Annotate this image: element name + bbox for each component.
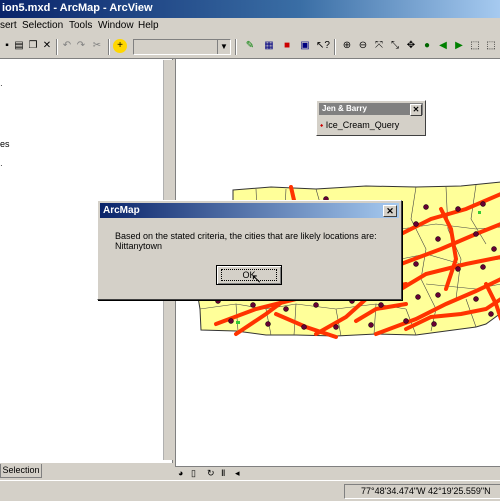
editor-icon[interactable]: ✎ [243,39,257,53]
coordinate-readout: 77°48'34.474"W 42°19'25.559"N [344,484,500,499]
layout-view-icon[interactable]: ▯ [191,468,196,479]
city-point [265,321,271,327]
back-icon[interactable]: ◀ [436,39,450,53]
catalog-icon[interactable]: ▦ [262,39,276,53]
paste-icon[interactable]: ▤ [12,39,26,53]
map-view-bar: ◕ ▯ ↻ Ⅱ ◂ [175,466,500,481]
add-data-icon[interactable]: + [113,39,127,53]
copy-icon[interactable]: ❐ [26,39,40,53]
status-bar: 77°48'34.474"W 42°19'25.559"N [0,480,500,501]
query-icon: ⬩ [320,120,324,130]
city-point [480,201,486,207]
zoom-in-icon[interactable]: ⊕ [340,39,354,53]
city-point [378,302,384,308]
scroll-left-icon[interactable]: ◂ [235,468,240,479]
menu-tools[interactable]: Tools [69,20,92,31]
city-point [455,266,461,272]
jen-barry-toolbar-title[interactable]: Jen & Barry ✕ [319,103,423,116]
ice-cream-query-button[interactable]: ⬩ Ice_Cream_Query [320,118,420,132]
city-point [333,324,339,330]
close-icon[interactable]: ✕ [383,205,397,217]
city-point [413,261,419,267]
menu-help[interactable]: Help [138,20,159,31]
ok-button[interactable]: OK [216,265,282,285]
city-point [423,204,429,210]
dialog-title-bar[interactable]: ArcMap ✕ [100,203,399,218]
dialog-result-city: Nittanytown [115,241,163,251]
help-icon[interactable]: ↖? [316,39,330,53]
command-line-icon[interactable]: ▣ [298,39,312,53]
menu-insert[interactable]: sert [0,20,17,31]
city-point [488,311,494,317]
menu-bar: sert Selection Tools Window Help [0,18,500,36]
zoom-out-icon[interactable]: ⊖ [356,39,370,53]
mouse-cursor-icon: ↖ [251,271,262,286]
redo-icon[interactable]: ↷ [74,39,88,53]
refresh-icon[interactable]: ↻ [207,468,215,479]
data-view-icon[interactable]: ◕ [178,468,183,478]
menu-selection[interactable]: Selection [22,20,63,31]
toc-tree-mark: · [0,161,3,170]
toc-tree-mark: · [0,81,3,90]
chevron-down-icon[interactable]: ▼ [217,40,230,54]
city-point [313,302,319,308]
toc-tab-bar: Selection [0,463,172,479]
city-point [368,322,374,328]
city-point [455,206,461,212]
fixed-zoom-in-icon[interactable]: ⤧ [372,39,386,53]
city-point [431,321,437,327]
arcmap-message-dialog: ArcMap ✕ Based on the stated criteria, t… [97,200,402,300]
city-point [435,292,441,298]
window-title: ion5.mxd - ArcMap - ArcView [2,2,153,14]
city-point [435,236,441,242]
city-point [403,318,409,324]
city-point [413,221,419,227]
city-point [250,302,256,308]
standard-toolbar: ▪ ▤ ❐ ✕ ↶ ↷ ✂ + ▼ ✎ ▦ ■ ▣ ↖? ⊕ ⊖ ⤧ ⤡ ✥ ●… [0,36,500,59]
fixed-zoom-out-icon[interactable]: ⤡ [388,39,402,53]
city-point [228,318,234,324]
arctoolbox-icon[interactable]: ■ [280,39,294,53]
menu-window[interactable]: Window [98,20,134,31]
toc-item-fragment[interactable]: es [0,139,10,149]
delete-icon[interactable]: ✕ [40,39,54,53]
ice-cream-query-label: Ice_Cream_Query [325,120,400,130]
map-scale-dropdown[interactable]: ▼ [133,39,231,55]
pause-drawing-icon[interactable]: Ⅱ [221,468,225,479]
city-point [301,324,307,330]
city-point [473,231,479,237]
city-point [415,294,421,300]
city-point [283,306,289,312]
title-bar: ion5.mxd - ArcMap - ArcView [0,0,500,18]
forward-icon[interactable]: ▶ [452,39,466,53]
toolbar-title-text: Jen & Barry [322,104,367,113]
dialog-message: Based on the stated criteria, the cities… [115,231,377,241]
tab-selection[interactable]: Selection [0,464,42,478]
city-point [491,246,497,252]
pan-icon[interactable]: ✥ [404,39,418,53]
city-point [473,296,479,302]
focus-rect [221,269,277,281]
select-features-icon[interactable]: ⬚ [468,39,482,53]
close-icon[interactable]: ✕ [410,104,422,116]
cut-icon[interactable]: ✂ [90,39,104,53]
clear-selection-icon[interactable]: ⬚ [484,39,498,53]
dialog-title: ArcMap [103,205,140,216]
undo-icon[interactable]: ↶ [60,39,74,53]
globe-icon[interactable]: ● [420,39,434,53]
jen-barry-toolbar[interactable]: Jen & Barry ✕ ⬩ Ice_Cream_Query [316,100,426,136]
city-point [480,264,486,270]
